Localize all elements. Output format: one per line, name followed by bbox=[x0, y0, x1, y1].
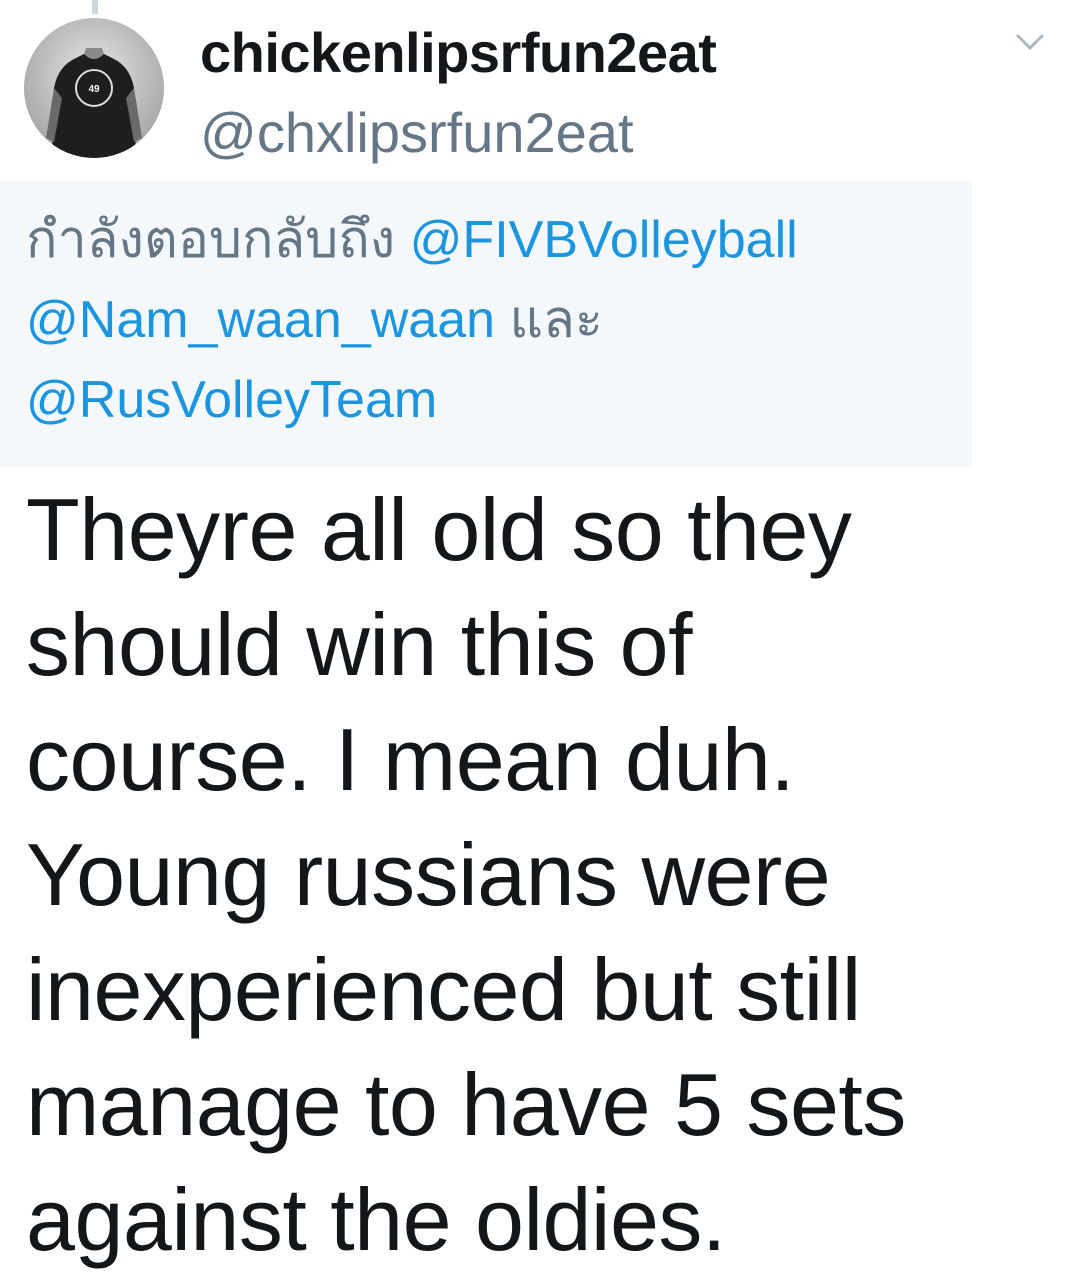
chevron-down-icon[interactable] bbox=[1010, 26, 1050, 60]
reply-conjunction: และ bbox=[509, 291, 603, 349]
tweet-text-line: course. I mean duh. bbox=[26, 710, 795, 809]
tweet-text-line: should win this of bbox=[26, 595, 693, 694]
mention-nam-waan-waan[interactable]: @Nam_waan_waan bbox=[26, 291, 495, 349]
tweet-text-line: Young russians were bbox=[26, 825, 831, 924]
author-display-name[interactable]: chickenlipsrfun2eat bbox=[200, 20, 717, 85]
tweet-text-line: inexperienced but still bbox=[26, 940, 861, 1039]
avatar-photo: 49 bbox=[24, 18, 164, 158]
tweet-text-line: manage to have 5 sets bbox=[26, 1055, 906, 1154]
tweet-text-line: against the oldies. bbox=[26, 1170, 726, 1269]
reply-context: กำลังตอบกลับถึง @FIVBVolleyball @Nam_waa… bbox=[26, 200, 966, 440]
tweet-text: Theyre all old so they should win this o… bbox=[26, 472, 1056, 1277]
tweet-text-line: Theyre all old so they bbox=[26, 480, 852, 579]
author-handle[interactable]: @chxlipsrfun2eat bbox=[200, 100, 634, 165]
avatar[interactable]: 49 bbox=[24, 18, 164, 158]
reply-prefix: กำลังตอบกลับถึง bbox=[26, 211, 396, 269]
thread-connector-line bbox=[92, 0, 98, 14]
mention-rusvolleyteam[interactable]: @RusVolleyTeam bbox=[26, 371, 437, 429]
svg-text:49: 49 bbox=[88, 84, 100, 95]
mention-fivbvolleyball[interactable]: @FIVBVolleyball bbox=[410, 211, 798, 269]
